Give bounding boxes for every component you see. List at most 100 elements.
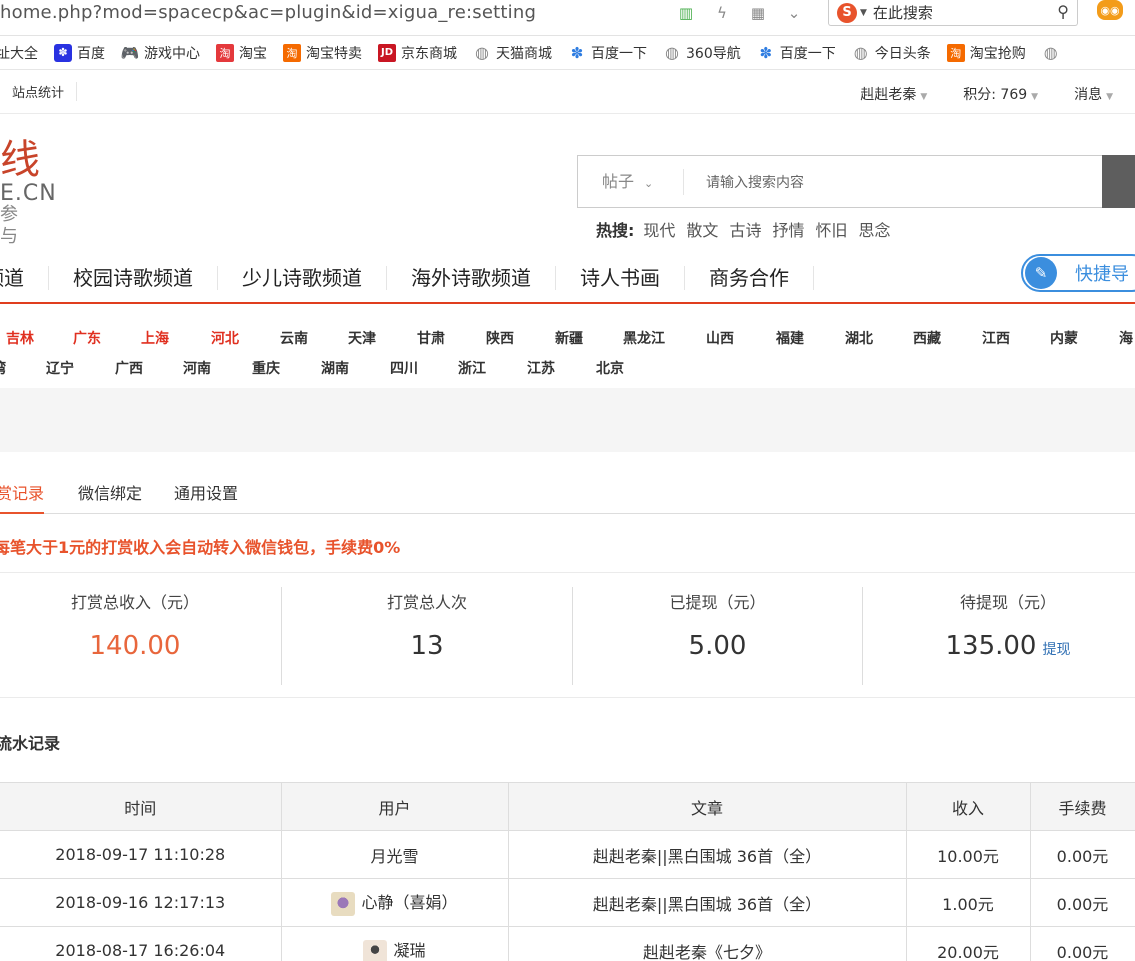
bookmark-item[interactable]: ◍ 天猫商城 [473, 43, 552, 63]
bookmark-item[interactable]: ◍ 今日头条 [851, 43, 931, 63]
province-link[interactable]: 西藏 [913, 328, 941, 348]
col-fee: 手续费 [1029, 782, 1135, 831]
url-field[interactable]: home.php?mod=spacecp&ac=plugin&id=xigua_… [0, 2, 536, 23]
search-type-select[interactable]: 帖子 ⌄ [578, 168, 684, 195]
province-link[interactable]: 重庆 [252, 358, 280, 378]
province-link[interactable]: 江苏 [527, 358, 555, 378]
hot-search-link[interactable]: 古诗 [729, 217, 761, 241]
baidu-icon: ✽ [54, 43, 72, 62]
cell-fee-text: 0.00元 [1056, 894, 1109, 914]
province-link[interactable]: 广东 [73, 328, 101, 348]
cell-user[interactable]: 月光雪 [280, 830, 509, 879]
bookmark-item[interactable]: ✽ 百度一下 [756, 43, 836, 63]
site-logo[interactable]: 线 E.CN 参与 [0, 138, 56, 247]
province-link[interactable]: 湖南 [321, 358, 349, 378]
stat-label: 待提现（元） [959, 593, 1056, 612]
hot-search-link[interactable]: 抒情 [772, 217, 804, 241]
cell-fee-text: 0.00元 [1056, 942, 1109, 961]
lightning-icon[interactable]: ϟ [712, 3, 732, 23]
bookmark-label: 天猫商城 [496, 45, 552, 62]
province-link[interactable]: 湖北 [845, 328, 873, 348]
bookmark-item[interactable]: ◍ 360导航 [663, 43, 741, 63]
province-link[interactable]: 广西 [115, 358, 143, 378]
quick-nav-button[interactable]: ✎ 快捷导 [1021, 254, 1135, 292]
globe-icon: ◍ [851, 43, 870, 62]
province-link[interactable]: 吉林 [6, 328, 34, 348]
cell-time: 2018-09-16 12:17:13 [0, 878, 282, 927]
search-button[interactable] [1102, 155, 1135, 208]
bookmark-item[interactable]: 🎮 游戏中心 [121, 43, 200, 63]
stat-label: 打赏总人次 [386, 593, 467, 612]
province-link[interactable]: 海 [1119, 328, 1133, 348]
chevron-down-icon[interactable]: ⌄ [784, 3, 804, 23]
nav-item[interactable]: 校园诗歌频道 [49, 266, 218, 290]
bookmark-item[interactable]: 淘淘宝抢购 [946, 43, 1026, 63]
browser-search-box[interactable]: S ▼ 在此搜索 ⚲ [828, 0, 1078, 26]
cell-article[interactable]: 赳赳老秦||黑白围城 36首（全） [507, 878, 907, 927]
province-link[interactable]: 新疆 [555, 328, 583, 348]
nav-item[interactable]: 商务合作 [685, 266, 814, 290]
province-link[interactable]: 内蒙 [1050, 328, 1078, 348]
bookmark-item[interactable]: 址大全 [0, 43, 38, 63]
withdraw-link[interactable]: 提现 [1042, 642, 1070, 658]
province-link[interactable]: 浙江 [458, 358, 486, 378]
province-link[interactable]: 北京 [596, 358, 624, 378]
cell-user[interactable]: 凝瑞 [280, 926, 509, 961]
messages-menu[interactable]: 消息 ▼ [1074, 84, 1113, 104]
province-link[interactable]: 山西 [706, 328, 734, 348]
table-row: 2018-09-17 11:10:28 月光雪 赳赳老秦||黑白围城 36首（全） 1… [0, 830, 1135, 879]
province-link[interactable]: 江西 [982, 328, 1010, 348]
hot-search-link[interactable]: 散文 [686, 217, 718, 241]
user-name-menu[interactable]: 赳赳老秦 ▼ [860, 84, 927, 104]
tab-wechat-binding[interactable]: 微信绑定 [78, 480, 142, 504]
cell-fee: 0.00元 [1029, 926, 1135, 961]
cell-article[interactable]: 赳赳老秦||黑白围城 36首（全） [507, 830, 907, 879]
logo-domain: E.CN [0, 181, 57, 206]
province-link[interactable]: 湾 [0, 358, 6, 378]
site-stats-link[interactable]: 站点统计 [12, 82, 78, 101]
tab-general-settings[interactable]: 通用设置 [174, 480, 238, 504]
points-menu[interactable]: 积分: 769 ▼ [963, 84, 1038, 104]
province-link[interactable]: 上海 [141, 328, 169, 348]
gamepad-icon[interactable]: ◉◉ [1097, 0, 1123, 20]
hot-search-link[interactable]: 怀旧 [815, 217, 847, 241]
nav-item[interactable]: 海外诗歌频道 [387, 266, 556, 290]
province-link[interactable]: 河南 [183, 358, 211, 378]
province-link[interactable]: 云南 [280, 328, 308, 348]
caret-down-icon[interactable]: ▼ [860, 8, 867, 18]
globe-icon[interactable]: ◍ [1041, 43, 1060, 62]
province-link[interactable]: 陕西 [486, 328, 514, 348]
province-link[interactable]: 黑龙江 [623, 328, 665, 348]
cell-fee: 0.00元 [1029, 830, 1135, 879]
nav-item[interactable]: 诗人书画 [556, 266, 685, 290]
bookmark-item[interactable]: ✽ 百度 [54, 43, 105, 63]
province-link[interactable]: 辽宁 [46, 358, 74, 378]
province-link[interactable]: 四川 [390, 358, 418, 378]
cell-article[interactable]: 赳赳老秦《七夕》 [507, 926, 907, 961]
table-header-row: 时间 用户 文章 收入 手续费 [0, 782, 1135, 831]
bookmark-item[interactable]: 淘淘宝 [216, 43, 267, 63]
province-link[interactable]: 天津 [348, 328, 376, 348]
avatar[interactable] [331, 891, 356, 916]
bookmark-label: 淘宝 [239, 45, 267, 62]
bookmark-item[interactable]: ✽ 百度一下 [568, 43, 647, 63]
cell-user[interactable]: 心静（喜娟） [280, 878, 509, 927]
site-search-input[interactable]: 请输入搜索内容 [706, 172, 804, 192]
nav-item[interactable]: 频道 [0, 266, 49, 290]
hot-search-link[interactable]: 现代 [643, 217, 675, 241]
search-icon[interactable]: ⚲ [1057, 2, 1069, 21]
avatar[interactable] [363, 939, 388, 961]
sogou-logo-icon[interactable]: S [837, 2, 857, 23]
tab-reward-records[interactable]: 赏记录 [0, 480, 45, 514]
bookmark-item[interactable]: JD 京东商城 [378, 43, 457, 63]
province-link[interactable]: 河北 [211, 328, 239, 348]
paw-icon: ✽ [568, 43, 586, 62]
province-link[interactable]: 福建 [776, 328, 804, 348]
qr-code-icon[interactable]: ▦ [748, 3, 768, 23]
province-link[interactable]: 甘肃 [417, 328, 445, 348]
reader-mode-icon[interactable]: ▥ [676, 3, 696, 23]
hot-search-link[interactable]: 思念 [858, 217, 890, 241]
nav-item[interactable]: 少儿诗歌频道 [218, 266, 387, 290]
bookmark-item[interactable]: 淘淘宝特卖 [283, 43, 362, 63]
paw-icon: ✽ [756, 43, 775, 62]
